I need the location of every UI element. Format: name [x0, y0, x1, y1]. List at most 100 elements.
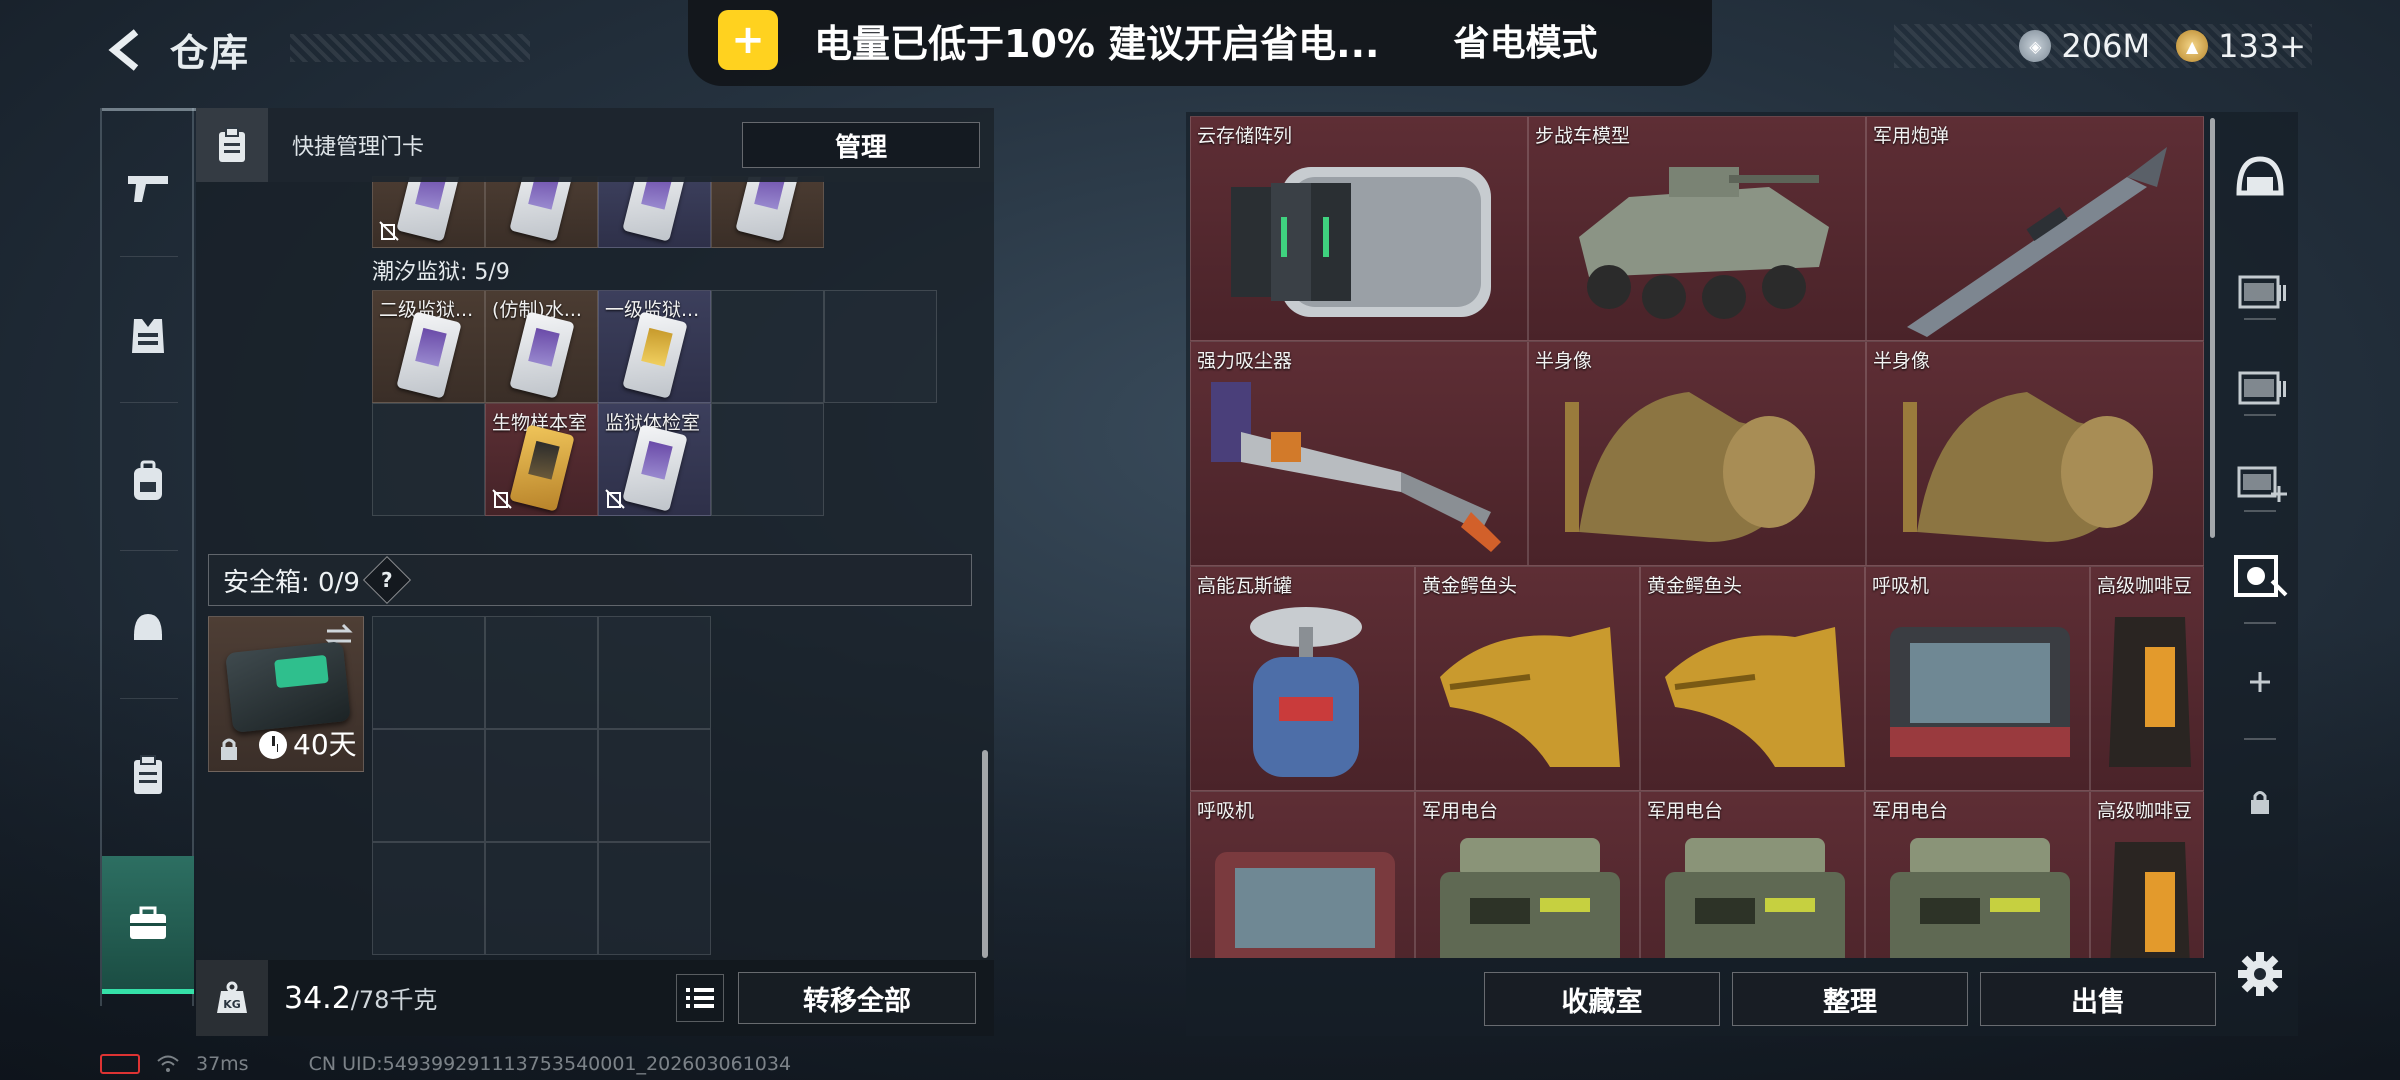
safebox-duration: 40天: [293, 728, 357, 761]
stash-item[interactable]: 呼吸机: [1865, 566, 2090, 791]
nav-briefcase-active[interactable]: [102, 856, 194, 994]
nav-armor[interactable]: [102, 280, 194, 390]
sell-button[interactable]: 出售: [1980, 972, 2216, 1026]
empty-slot[interactable]: [372, 616, 485, 729]
stash-item[interactable]: 云存储阵列: [1190, 116, 1528, 341]
empty-slot[interactable]: [485, 729, 598, 842]
settings-gear-icon[interactable]: [2236, 950, 2284, 998]
status-bar: 37ms CN UID:549399291113753540001_202603…: [100, 1052, 791, 1076]
stash-item[interactable]: 高级咖啡豆: [2090, 566, 2204, 791]
stash-item[interactable]: 黄金鳄鱼头: [1415, 566, 1640, 791]
rail-lock-button[interactable]: [2222, 752, 2298, 852]
rail-storage-4-2[interactable]: [2222, 334, 2298, 434]
keycard-image: [508, 424, 575, 513]
list-view-button[interactable]: [676, 974, 724, 1022]
weight-icon: KG: [196, 960, 268, 1036]
keycard-manage-icon: [196, 108, 268, 182]
empty-slot[interactable]: [598, 616, 711, 729]
keycard-image: [395, 311, 462, 400]
empty-slot[interactable]: [824, 290, 937, 403]
low-battery-notification[interactable]: + 电量已低于10% 建议开启省电... 省电模式: [688, 0, 1712, 86]
manage-button[interactable]: 管理: [742, 122, 980, 168]
notification-text: 电量已低于10% 建议开启省电...: [814, 21, 1380, 66]
clock-icon: [259, 731, 287, 759]
no-carry-icon: [492, 489, 512, 509]
wifi-icon: [157, 1055, 179, 1072]
stash-item[interactable]: 黄金鳄鱼头: [1640, 566, 1865, 791]
rail-storage-4-1[interactable]: [2222, 238, 2298, 338]
empty-slot[interactable]: [598, 729, 711, 842]
rail-helmet[interactable]: [2222, 126, 2298, 226]
list-icon: [686, 988, 714, 1008]
card-slot[interactable]: [711, 176, 824, 248]
title-stripe-decoration: [290, 34, 530, 62]
transfer-all-button[interactable]: 转移全部: [738, 972, 976, 1024]
stash-item[interactable]: 军用炮弹: [1866, 116, 2204, 341]
gold-amount[interactable]: 133+: [2218, 27, 2306, 65]
stash-item[interactable]: 呼吸机: [1190, 791, 1415, 958]
empty-slot[interactable]: [598, 842, 711, 955]
stash-item[interactable]: 步战车模型: [1528, 116, 1866, 341]
stash-scrollbar[interactable]: [2210, 118, 2215, 538]
nav-backpack[interactable]: [102, 426, 194, 536]
rail-storage-add[interactable]: [2222, 430, 2298, 530]
clipboard-icon: [134, 755, 162, 794]
nav-helmet[interactable]: [102, 572, 194, 682]
empty-slot[interactable]: [485, 842, 598, 955]
keycard-cell[interactable]: 一级监狱...: [598, 290, 711, 403]
empty-slot[interactable]: [372, 729, 485, 842]
stash-item[interactable]: 高能瓦斯罐: [1190, 566, 1415, 791]
organize-button[interactable]: 整理: [1732, 972, 1968, 1026]
currency-display: ◈ 206M ▲ 133+: [1894, 24, 2312, 68]
stash-item[interactable]: 军用电台: [1865, 791, 2090, 958]
keycard-image: [508, 177, 575, 242]
nav-weapons[interactable]: [102, 134, 194, 244]
rail-add-button[interactable]: [2222, 632, 2298, 732]
section-title: 潮汐监狱: 5/9: [372, 260, 510, 285]
stash-item[interactable]: 高级咖啡豆: [2090, 791, 2204, 958]
keycard-image: [734, 177, 801, 242]
empty-slot[interactable]: [711, 403, 824, 516]
keycard-cell[interactable]: 二级监狱...: [372, 290, 485, 403]
storage-box-icon: [2238, 275, 2286, 309]
keycard-cell[interactable]: (仿制)水...: [485, 290, 598, 403]
helmet-icon: [134, 614, 162, 640]
silver-coin-icon: ◈: [2019, 30, 2052, 62]
keycard-cell[interactable]: 生物样本室: [485, 403, 598, 516]
nav-top-line: [102, 108, 196, 111]
uid-text: CN UID:549399291113753540001_20260306103…: [308, 1053, 792, 1075]
no-carry-icon: [605, 489, 625, 509]
card-slot[interactable]: [485, 176, 598, 248]
safebox-case-image: [225, 641, 351, 733]
ventilator-image: [1890, 627, 2070, 757]
title-area: 仓库: [104, 22, 250, 77]
left-scrollbar[interactable]: [982, 750, 988, 958]
rail-collection-active[interactable]: [2222, 526, 2298, 626]
keycard-image: [395, 177, 462, 242]
empty-slot[interactable]: [372, 403, 485, 516]
gold-coin-icon: ▲: [2176, 30, 2209, 62]
stash-item[interactable]: 军用电台: [1415, 791, 1640, 958]
empty-slot[interactable]: [372, 842, 485, 955]
stash-item[interactable]: 军用电台: [1640, 791, 1865, 958]
bust-statue-image: [1565, 392, 1815, 542]
item-label: 军用电台: [1872, 800, 1949, 822]
stash-item[interactable]: 强力吸尘器: [1190, 341, 1528, 566]
keycard-cell[interactable]: 监狱体检室: [598, 403, 711, 516]
empty-slot[interactable]: [485, 616, 598, 729]
stash-item[interactable]: 半身像: [1866, 341, 2204, 566]
nav-clipboard[interactable]: [102, 720, 194, 830]
back-arrow-icon[interactable]: [104, 28, 148, 72]
backpack-icon: [134, 460, 162, 500]
help-label: ?: [381, 567, 393, 592]
help-icon[interactable]: ?: [362, 555, 411, 605]
card-slot[interactable]: [372, 176, 485, 248]
power-saving-button[interactable]: 省电模式: [1454, 14, 1598, 66]
stash-item[interactable]: 半身像: [1528, 341, 1866, 566]
card-slot[interactable]: [598, 176, 711, 248]
weight-max: /78千克: [350, 986, 438, 1014]
empty-slot[interactable]: [711, 290, 824, 403]
quick-manage-bar: 快捷管理门卡 管理: [196, 108, 994, 182]
safebox-item[interactable]: 40天: [208, 616, 364, 772]
collection-room-button[interactable]: 收藏室: [1484, 972, 1720, 1026]
